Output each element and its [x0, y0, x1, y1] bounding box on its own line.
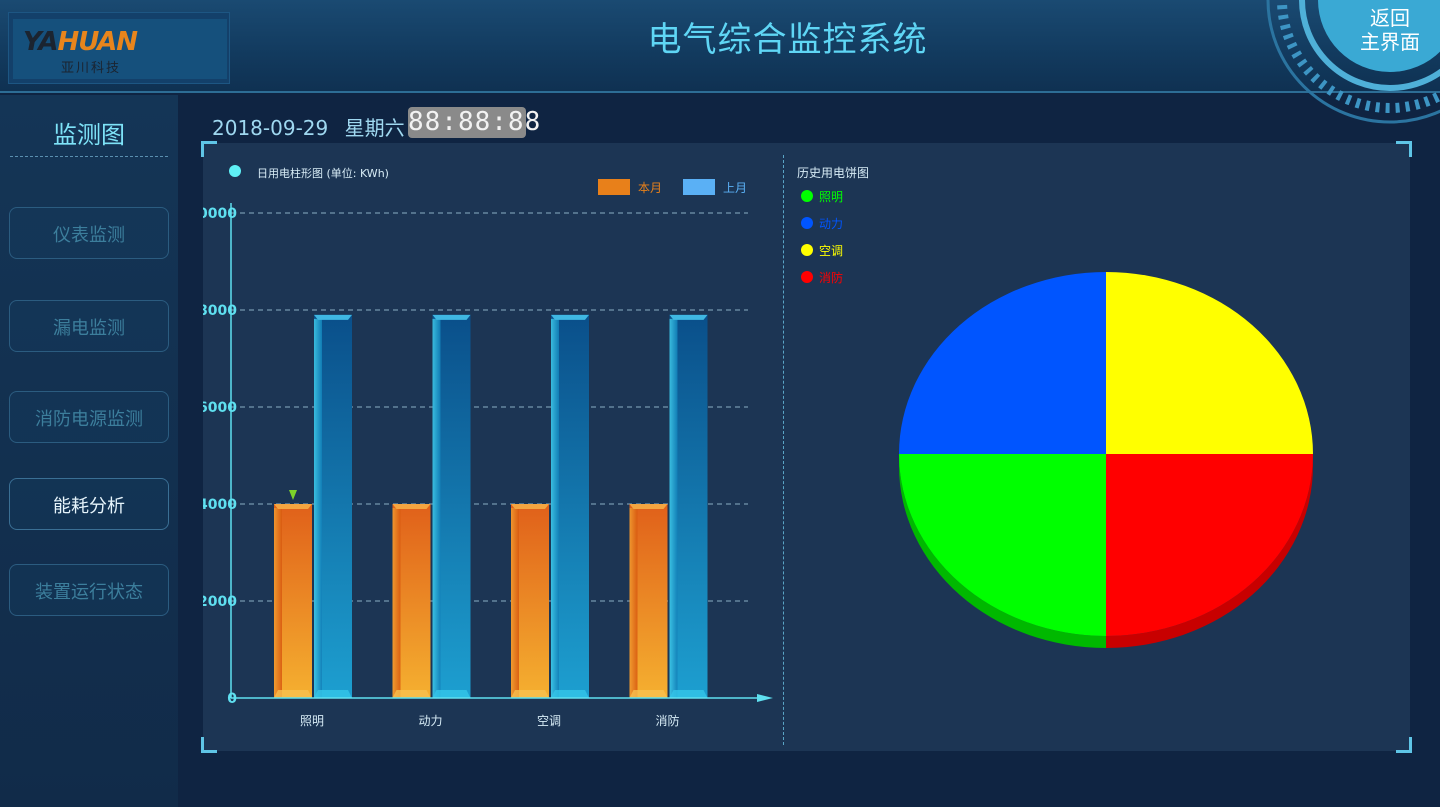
- date-display: 2018-09-29 星期六: [212, 112, 415, 141]
- sidebar-item-meter-monitoring[interactable]: 仪表监测: [9, 207, 169, 259]
- main-panel: 日用电柱形图 (单位: KWh) 本月 上月 0 2000 4000 6000 8000 1…: [201, 141, 1412, 753]
- pie-slice-1: [899, 272, 1106, 454]
- x-axis-arrow-icon: [757, 694, 773, 702]
- bar-this-month-2: [511, 504, 549, 698]
- y-tick-label: 10000: [203, 206, 237, 222]
- bar-chart-title: 日用电柱形图 (单位: KWh): [257, 166, 389, 180]
- bar-this-month-0: [274, 504, 312, 698]
- legend-label: 本月: [638, 181, 662, 195]
- pie-slice-2: [1106, 272, 1313, 454]
- pie-legend-dot: [801, 217, 813, 229]
- sidebar-item-leakage-monitoring[interactable]: 漏电监测: [9, 300, 169, 352]
- bar-chart-legend: 本月 上月: [598, 179, 747, 195]
- y-tick-label: 8000: [203, 303, 237, 319]
- sidebar-item-fire-power-monitoring[interactable]: 消防电源监测: [9, 391, 169, 443]
- pie-slice-0: [899, 454, 1106, 636]
- y-tick-label: 2000: [203, 594, 237, 610]
- y-tick-label: 0: [227, 691, 237, 707]
- pie-legend-label: 动力: [819, 217, 843, 231]
- sidebar: 监测图 仪表监测 漏电监测 消防电源监测 能耗分析 装置运行状态: [0, 95, 178, 807]
- back-label-line2: 主界面: [1360, 30, 1420, 54]
- bar-last-month-3: [669, 314, 708, 698]
- y-tick-label: 6000: [203, 400, 237, 416]
- sidebar-item-device-status[interactable]: 装置运行状态: [9, 564, 169, 616]
- page-title: 电气综合监控系统: [647, 20, 928, 60]
- pie-slice-3: [1106, 454, 1313, 636]
- y-tick-label: 4000: [203, 497, 237, 513]
- pie-legend-label: 空调: [819, 244, 843, 258]
- header: YAHUAN 亚川科技 电气综合监控系统 返回 主界面: [0, 0, 1440, 124]
- pie-chart-legend: 照明动力空调消防: [801, 190, 843, 285]
- x-tick-label: 照明: [300, 714, 324, 728]
- legend-swatch: [598, 179, 630, 195]
- legend-swatch: [683, 179, 715, 195]
- daily-usage-bar-chart: 日用电柱形图 (单位: KWh) 本月 上月 0 2000 4000 6000 8000 1…: [203, 165, 773, 728]
- chart-title-bullet-icon: [229, 165, 241, 177]
- pie-legend-dot: [801, 244, 813, 256]
- bar-last-month-0: [314, 314, 352, 698]
- back-to-main-button[interactable]: 返回 主界面: [1340, 0, 1440, 76]
- bar-last-month-2: [551, 314, 589, 698]
- x-tick-label: 消防: [655, 713, 679, 728]
- history-usage-pie-chart: 历史用电饼图 照明动力空调消防: [797, 166, 1313, 648]
- pie-legend-label: 消防: [819, 270, 843, 285]
- sidebar-item-energy-analysis[interactable]: 能耗分析: [9, 478, 169, 530]
- panel-divider: [783, 155, 784, 745]
- digital-clock: 88:88:88: [408, 107, 542, 138]
- pie-legend-label: 照明: [819, 190, 843, 204]
- back-label-line1: 返回: [1370, 6, 1410, 30]
- pie-legend-dot: [801, 190, 813, 202]
- pie-chart-title: 历史用电饼图: [797, 166, 869, 180]
- x-tick-label: 动力: [418, 714, 442, 728]
- pie-legend-dot: [801, 271, 813, 283]
- highlight-marker-icon: [289, 490, 297, 500]
- bar-this-month-3: [629, 504, 668, 698]
- legend-label: 上月: [723, 181, 747, 195]
- date-value: 2018-09-29: [212, 116, 329, 140]
- x-tick-label: 空调: [537, 714, 561, 728]
- bar-this-month-1: [392, 504, 431, 698]
- sidebar-title: 监测图: [10, 115, 168, 157]
- bar-last-month-1: [432, 314, 471, 698]
- weekday-value: 星期六: [344, 116, 405, 140]
